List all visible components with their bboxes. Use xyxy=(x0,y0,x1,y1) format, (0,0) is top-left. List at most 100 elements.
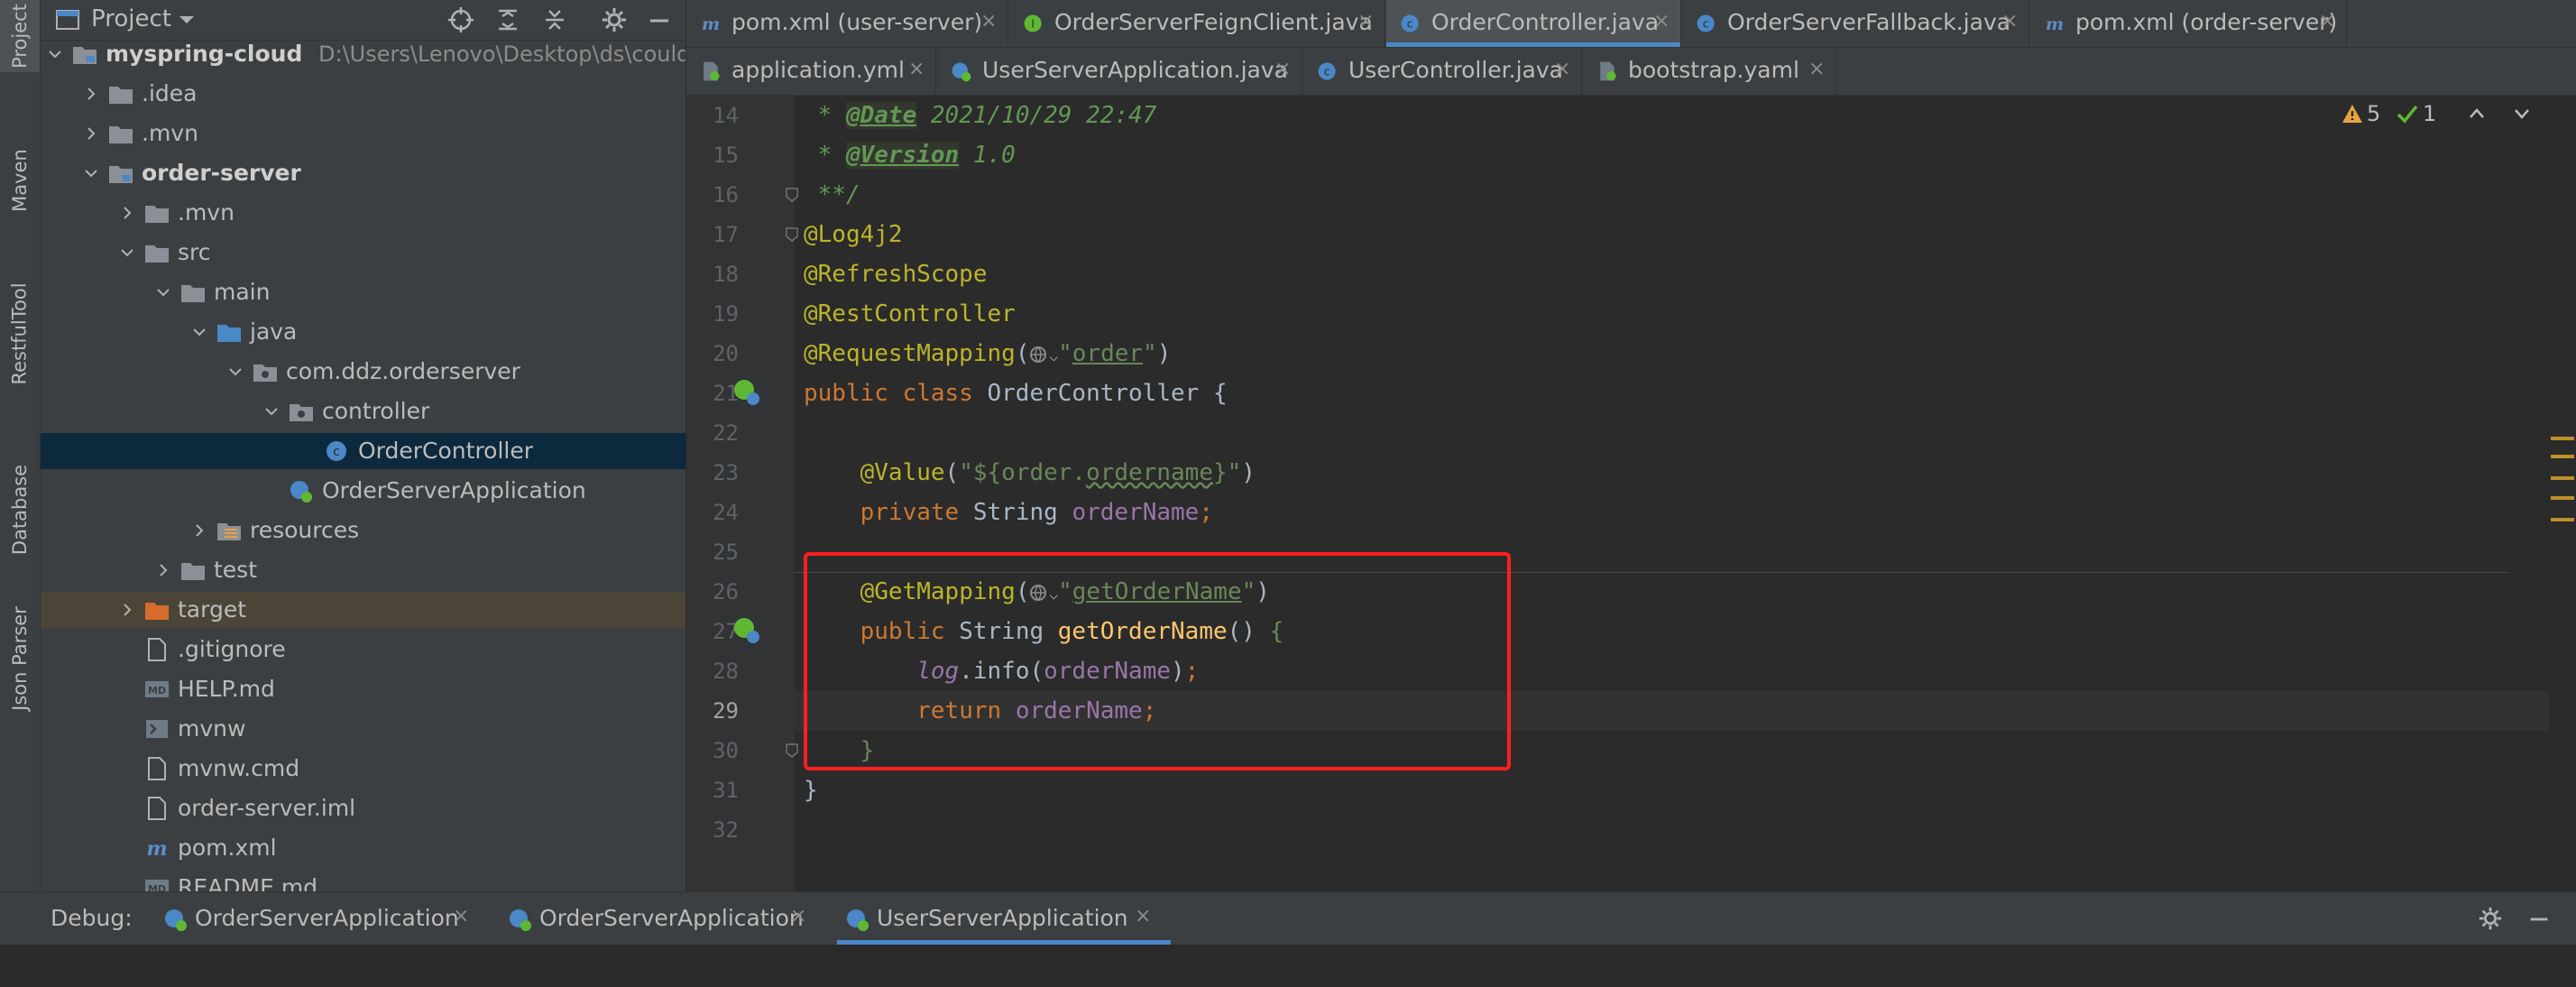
spring-bean-gutter-icon[interactable] xyxy=(731,615,762,646)
warning-mark[interactable] xyxy=(2551,455,2574,458)
chevron-down-icon[interactable] xyxy=(156,285,170,300)
editor-tab[interactable]: m pom.xml (user-server) × xyxy=(686,0,1008,47)
tree-item[interactable]: com.ddz.orderserver xyxy=(41,354,685,390)
line-number: 22 xyxy=(713,420,739,446)
chevron-down-icon[interactable] xyxy=(84,166,98,180)
interface-icon: I xyxy=(1024,14,1042,32)
tree-item[interactable]: mvnw xyxy=(41,711,685,747)
tree-item[interactable]: order-server.iml xyxy=(41,790,685,826)
editor-tab-label: bootstrap.yaml xyxy=(1628,57,1799,83)
fold-marker-icon[interactable] xyxy=(786,188,798,202)
warning-mark[interactable] xyxy=(2551,518,2574,521)
tool-window-database[interactable]: Database xyxy=(0,442,40,577)
project-view-selector[interactable]: Project xyxy=(91,5,171,32)
close-icon[interactable]: × xyxy=(1274,58,1291,80)
chevron-right-icon[interactable] xyxy=(192,523,207,538)
tree-item[interactable]: controller xyxy=(41,393,685,429)
warning-mark[interactable] xyxy=(2551,476,2574,480)
markdown-icon: MD xyxy=(145,681,169,697)
tree-item[interactable]: m pom.xml xyxy=(41,830,685,866)
tree-item[interactable]: .gitignore xyxy=(41,632,685,668)
tool-window-project[interactable]: Project xyxy=(0,0,40,72)
spring-app-icon xyxy=(165,909,187,931)
check-icon xyxy=(2397,105,2418,124)
tree-item[interactable]: MD README.md xyxy=(41,870,685,891)
expand-all-icon[interactable] xyxy=(493,5,522,34)
fold-marker-icon[interactable] xyxy=(786,743,798,758)
tree-item[interactable]: src xyxy=(41,235,685,271)
chevron-right-icon[interactable] xyxy=(120,603,134,617)
tree-item[interactable]: main xyxy=(41,274,685,310)
close-icon[interactable]: × xyxy=(2001,10,2018,32)
debug-tab[interactable]: OrderServerApplication × xyxy=(155,892,489,945)
close-icon[interactable]: × xyxy=(453,905,469,927)
tree-item[interactable]: myspring-cloud D:\Users\Lenovo\Desktop\ds… xyxy=(41,36,685,72)
close-icon[interactable]: × xyxy=(980,10,997,32)
minimize-icon[interactable] xyxy=(645,5,674,34)
editor-tab[interactable]: bootstrap.yaml × xyxy=(1583,48,1836,95)
close-icon[interactable]: × xyxy=(1135,905,1151,927)
close-icon[interactable]: × xyxy=(1808,58,1825,80)
tree-item-label: controller xyxy=(322,398,430,424)
tree-item[interactable]: mvnw.cmd xyxy=(41,751,685,787)
close-icon[interactable]: × xyxy=(1554,58,1570,80)
editor-tab[interactable]: I OrderServerFeignClient.java × xyxy=(1009,0,1385,47)
debug-tab[interactable]: OrderServerApplication × xyxy=(500,892,826,945)
tree-item[interactable]: c OrderController xyxy=(41,433,685,469)
editor-tab[interactable]: c OrderController.java × xyxy=(1386,0,1681,47)
chevron-up-icon[interactable] xyxy=(2468,105,2486,123)
tool-window-maven[interactable]: Maven xyxy=(0,126,40,235)
collapse-all-icon[interactable] xyxy=(540,5,569,34)
chevron-down-icon[interactable] xyxy=(48,47,62,61)
editor-tab[interactable]: c OrderServerFallback.java × xyxy=(1682,0,2029,47)
close-icon[interactable]: × xyxy=(908,58,925,80)
line-number: 28 xyxy=(713,659,739,684)
tree-item[interactable]: target xyxy=(41,592,685,628)
chevron-right-icon[interactable] xyxy=(84,126,98,141)
editor-tab-label: application.yml xyxy=(731,57,905,83)
close-icon[interactable]: × xyxy=(1357,10,1374,32)
tree-item[interactable]: resources xyxy=(41,512,685,549)
close-icon[interactable]: × xyxy=(1653,10,1670,32)
warning-mark[interactable] xyxy=(2551,496,2574,500)
chevron-right-icon[interactable] xyxy=(120,206,134,220)
tree-item[interactable]: test xyxy=(41,552,685,588)
code-editor[interactable]: 14 15 16 17 18 19 20 21 22 23 24 25 26 27 28 29 30 31 32 *… xyxy=(686,96,2576,987)
inspection-widget[interactable]: 5 1 xyxy=(2341,101,2558,128)
chevron-down-icon[interactable] xyxy=(264,404,279,419)
tree-item[interactable]: order-server xyxy=(41,155,685,191)
tool-window-json-parser[interactable]: Json Parser xyxy=(0,595,40,722)
editor-tab[interactable]: application.yml × xyxy=(686,48,936,95)
chevron-down-icon[interactable] xyxy=(176,9,198,31)
editor-tab[interactable]: m pom.xml (order-server) × xyxy=(2030,0,2347,47)
editor-tab[interactable]: c UserController.java × xyxy=(1303,48,1582,95)
chevron-down-icon[interactable] xyxy=(120,245,134,260)
tree-item[interactable]: MD HELP.md xyxy=(41,671,685,707)
tree-item[interactable]: .mvn xyxy=(41,195,685,231)
tree-item[interactable]: .idea xyxy=(41,76,685,112)
error-stripe[interactable] xyxy=(2549,191,2576,987)
editor-tab-label: pom.xml (user-server) xyxy=(731,9,983,35)
locate-icon[interactable] xyxy=(446,5,475,34)
spring-bean-gutter-icon[interactable] xyxy=(731,377,762,408)
line-number: 25 xyxy=(713,540,739,565)
chevron-down-icon[interactable] xyxy=(192,325,207,339)
class-icon: c xyxy=(1318,62,1336,80)
close-icon[interactable]: × xyxy=(2319,10,2335,32)
gear-icon[interactable] xyxy=(2477,905,2504,932)
tree-item[interactable]: java xyxy=(41,314,685,350)
tree-item[interactable]: .mvn xyxy=(41,115,685,152)
chevron-down-icon[interactable] xyxy=(2513,105,2531,123)
debug-tab[interactable]: UserServerApplication × xyxy=(837,892,1171,945)
fold-marker-icon[interactable] xyxy=(786,227,798,242)
close-icon[interactable]: × xyxy=(790,905,806,927)
gear-icon[interactable] xyxy=(600,5,629,34)
tree-item[interactable]: OrderServerApplication xyxy=(41,473,685,509)
minimize-icon[interactable] xyxy=(2525,905,2553,932)
tool-window-restfultool[interactable]: RestfulTool xyxy=(0,262,40,406)
chevron-right-icon[interactable] xyxy=(156,563,170,577)
chevron-down-icon[interactable] xyxy=(228,364,243,379)
editor-tab[interactable]: UserServerApplication.java × xyxy=(937,48,1302,95)
warning-mark[interactable] xyxy=(2551,437,2574,440)
chevron-right-icon[interactable] xyxy=(84,87,98,101)
